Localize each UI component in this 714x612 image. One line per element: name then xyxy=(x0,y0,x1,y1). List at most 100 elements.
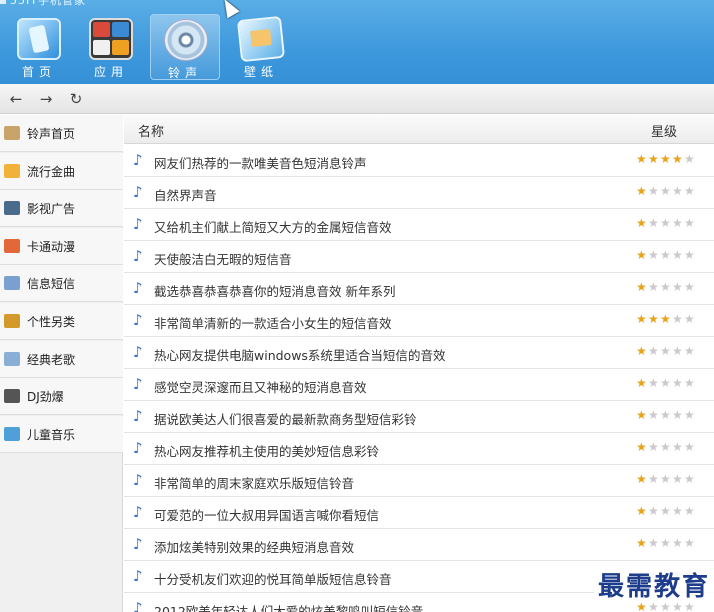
ringtone-row[interactable]: ♪ 自然界声音 ★ ★ ★ ★ ★ xyxy=(124,177,714,209)
sidebar-item-label: DJ劲爆 xyxy=(27,390,64,405)
music-note-icon[interactable]: ♪ xyxy=(133,407,143,425)
ringtone-title[interactable]: 添加炫美特别效果的经典短消息音效 xyxy=(154,537,354,556)
music-note-icon[interactable]: ♪ xyxy=(133,567,143,585)
music-note-icon[interactable]: ♪ xyxy=(133,535,143,553)
ringtone-row[interactable]: ♪ 热心网友提供电脑windows系统里适合当短信的音效 ★ ★ ★ ★ ★ xyxy=(124,337,714,369)
ringtone-row[interactable]: ♪ 感觉空灵深邃而且又神秘的短消息音效 ★ ★ ★ ★ ★ xyxy=(124,369,714,401)
star-empty-icon: ★ xyxy=(660,440,671,454)
sidebar-item-label: 儿童音乐 xyxy=(27,427,76,442)
nav-home-button[interactable]: 首页 xyxy=(4,14,74,80)
star-empty-icon: ★ xyxy=(648,472,659,486)
ringtone-row[interactable]: ♪ 非常简单的周末家庭欢乐版短信铃音 ★ ★ ★ ★ ★ xyxy=(124,465,714,497)
ringtone-title[interactable]: 非常简单的周末家庭欢乐版短信铃音 xyxy=(154,473,354,492)
list-header: 名称 星级 xyxy=(124,115,714,144)
music-note-icon[interactable]: ♪ xyxy=(133,215,143,233)
star-filled-icon: ★ xyxy=(636,408,647,422)
ringtone-row[interactable]: ♪ 非常简单清新的一款适合小女生的短信音效 ★ ★ ★ ★ ★ xyxy=(124,305,714,337)
sidebar-item[interactable]: 经典老歌 xyxy=(0,340,123,378)
ringtone-title[interactable]: 又给机主们献上简短又大方的金属短信音效 xyxy=(154,217,392,236)
ringtone-title[interactable]: 据说欧美达人们很喜爱的最新款商务型短信彩铃 xyxy=(154,409,417,428)
music-note-icon[interactable]: ♪ xyxy=(133,471,143,489)
cartoon-icon xyxy=(4,238,20,253)
ringtone-title[interactable]: 截选恭喜恭喜恭喜你的短消息音效 新年系列 xyxy=(154,281,395,300)
star-empty-icon: ★ xyxy=(672,376,683,390)
column-header-rating[interactable]: 星级 xyxy=(651,121,677,140)
sidebar-item-label: 影视广告 xyxy=(27,202,76,217)
message-icon xyxy=(4,276,20,291)
ringtone-title[interactable]: 2012欧美年轻达人们大爱的炫美黎鸣叫短信铃音 xyxy=(154,601,423,612)
music-note-icon[interactable]: ♪ xyxy=(133,247,143,265)
music-note-icon[interactable]: ♪ xyxy=(133,183,143,201)
star-filled-icon: ★ xyxy=(636,376,647,390)
sidebar-item[interactable]: 个性另类 xyxy=(0,303,123,340)
star-empty-icon: ★ xyxy=(660,504,671,518)
star-empty-icon: ★ xyxy=(672,248,683,262)
star-empty-icon: ★ xyxy=(672,184,683,198)
star-empty-icon: ★ xyxy=(648,376,659,390)
nav-label: 首页 xyxy=(21,65,56,79)
star-empty-icon: ★ xyxy=(684,344,695,358)
sidebar-item[interactable]: 儿童音乐 xyxy=(0,415,123,453)
music-note-icon[interactable]: ♪ xyxy=(133,439,143,457)
ringtone-row[interactable]: ♪ 据说欧美达人们很喜爱的最新款商务型短信彩铃 ★ ★ ★ ★ ★ xyxy=(124,401,714,433)
music-note-icon[interactable]: ♪ xyxy=(133,599,143,612)
nav-wallpaper-button[interactable]: 壁纸 xyxy=(226,14,296,80)
star-empty-icon: ★ xyxy=(672,312,683,326)
nav-ringtone-button[interactable]: 铃声 xyxy=(150,14,220,80)
sidebar-item-label: 信息短信 xyxy=(27,277,76,292)
forward-arrow-icon[interactable]: → xyxy=(36,90,56,108)
star-empty-icon: ★ xyxy=(648,504,659,518)
ringtone-title[interactable]: 热心网友推荐机主使用的美妙短信息彩铃 xyxy=(154,441,379,460)
ringtone-title[interactable]: 非常简单清新的一款适合小女生的短信音效 xyxy=(154,313,392,332)
star-empty-icon: ★ xyxy=(684,376,695,390)
sidebar-item-label: 铃声首页 xyxy=(27,127,76,141)
star-rating: ★★★★★ xyxy=(636,440,706,456)
headphones-icon xyxy=(4,389,20,404)
ringtone-title[interactable]: 网友们热荐的一款唯美音色短消息铃声 xyxy=(154,153,367,172)
star-empty-icon: ★ xyxy=(672,472,683,486)
wallpaper-icon xyxy=(236,15,286,63)
back-arrow-icon[interactable]: ← xyxy=(6,90,26,108)
music-note-icon[interactable]: ♪ xyxy=(133,151,143,169)
ringtone-home-icon xyxy=(4,126,20,140)
ringtone-row[interactable]: ♪ 天使般洁白无暇的短信音 ★ ★ ★ ★ ★ xyxy=(124,241,714,273)
music-note-icon[interactable]: ♪ xyxy=(133,343,143,361)
star-empty-icon: ★ xyxy=(672,408,683,422)
star-filled-icon: ★ xyxy=(636,216,647,230)
nav-apps-button[interactable]: 应用 xyxy=(76,14,146,80)
column-header-name[interactable]: 名称 xyxy=(138,121,164,140)
ringtone-title[interactable]: 十分受机友们欢迎的悦耳简单版短信息铃音 xyxy=(154,569,392,588)
ringtone-title[interactable]: 可爱范的一位大叔用异国语言喊你看短信 xyxy=(154,505,379,524)
sidebar-item[interactable]: DJ劲爆 xyxy=(0,378,123,416)
music-note-icon[interactable]: ♪ xyxy=(133,279,143,297)
star-empty-icon: ★ xyxy=(660,344,671,358)
star-empty-icon: ★ xyxy=(648,344,659,358)
ringtone-title[interactable]: 热心网友提供电脑windows系统里适合当短信的音效 xyxy=(154,345,445,364)
sidebar-item[interactable]: 影视广告 xyxy=(0,190,123,228)
sidebar-item[interactable]: 卡通动漫 xyxy=(0,227,123,265)
ringtone-title[interactable]: 自然界声音 xyxy=(154,185,217,204)
star-empty-icon: ★ xyxy=(684,312,695,326)
star-empty-icon: ★ xyxy=(648,216,659,230)
ringtone-row[interactable]: ♪ 网友们热荐的一款唯美音色短消息铃声 ★ ★ ★ ★ ★ xyxy=(124,145,714,177)
sidebar-item[interactable]: 信息短信 xyxy=(0,265,123,303)
music-note-icon[interactable]: ♪ xyxy=(133,503,143,521)
refresh-icon[interactable]: ↻ xyxy=(66,90,86,108)
music-note-icon[interactable]: ♪ xyxy=(133,311,143,329)
ringtone-row[interactable]: ♪ 添加炫美特别效果的经典短消息音效 ★ ★ ★ ★ ★ xyxy=(124,529,714,561)
ringtone-title[interactable]: 天使般洁白无暇的短信音 xyxy=(154,249,292,268)
music-note-icon[interactable]: ♪ xyxy=(133,375,143,393)
sidebar-item[interactable]: 流行金曲 xyxy=(0,152,123,190)
star-empty-icon: ★ xyxy=(684,216,695,230)
star-empty-icon: ★ xyxy=(648,184,659,198)
ringtone-row[interactable]: ♪ 又给机主们献上简短又大方的金属短信音效 ★ ★ ★ ★ ★ xyxy=(124,209,714,241)
classic-icon xyxy=(4,351,20,366)
sidebar-item[interactable]: 铃声首页 xyxy=(0,115,123,152)
pop-music-icon xyxy=(4,163,20,178)
app-logo-icon xyxy=(0,0,6,4)
ringtone-row[interactable]: ♪ 截选恭喜恭喜恭喜你的短消息音效 新年系列 ★ ★ ★ ★ ★ xyxy=(124,273,714,305)
ringtone-row[interactable]: ♪ 热心网友推荐机主使用的美妙短信息彩铃 ★ ★ ★ ★ ★ xyxy=(124,433,714,465)
star-rating: ★★★★★ xyxy=(636,504,706,520)
ringtone-row[interactable]: ♪ 可爱范的一位大叔用异国语言喊你看短信 ★ ★ ★ ★ ★ xyxy=(124,497,714,529)
ringtone-title[interactable]: 感觉空灵深邃而且又神秘的短消息音效 xyxy=(154,377,367,396)
